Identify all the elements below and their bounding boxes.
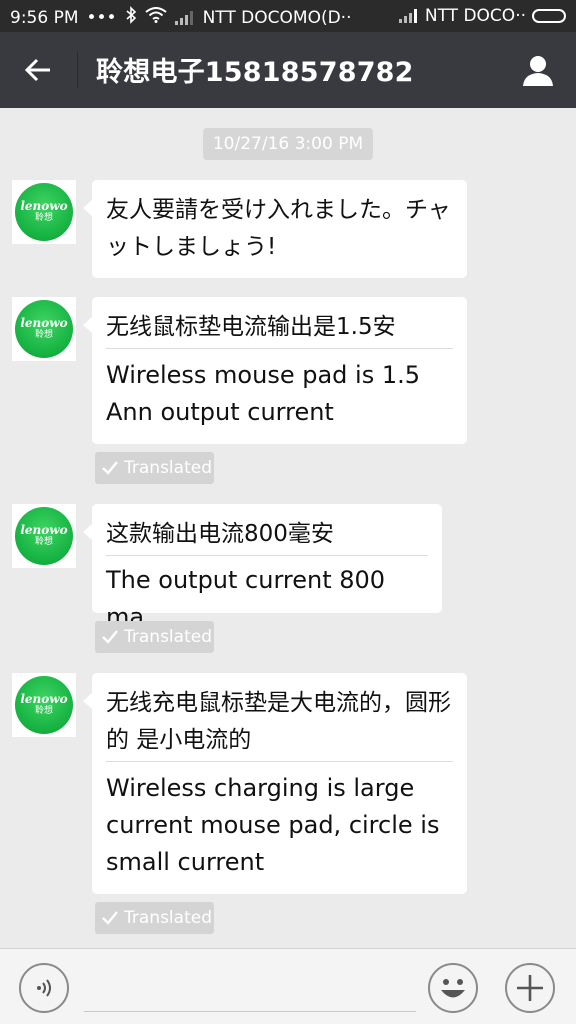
check-icon xyxy=(102,630,118,644)
message-bubble[interactable]: 这款输出电流800毫安 The output current 800 ma xyxy=(83,504,442,631)
emoji-icon xyxy=(441,979,465,998)
check-icon xyxy=(102,911,118,925)
carrier-1: NTT DOCOMO(D·· xyxy=(202,7,352,28)
contact-avatar[interactable]: lenowo 聆想 xyxy=(12,673,76,737)
status-bar: 9:56 PM ••• NTT DOCOMO(D·· NTT DOCO·· xyxy=(0,0,576,32)
message-text: 友人要請を受け入れました。チャットしましょう! xyxy=(106,197,451,260)
translated-label: Translated xyxy=(124,627,212,647)
voice-button[interactable] xyxy=(19,963,69,1013)
translated-badge: Translated xyxy=(95,621,214,653)
message-bubble[interactable]: 友人要請を受け入れました。チャットしましょう! xyxy=(83,180,467,278)
profile-button[interactable] xyxy=(518,50,558,90)
title-bar: 聆想电子15818578782 xyxy=(0,32,576,108)
translation-divider xyxy=(106,761,453,762)
lenowo-logo: lenowo 聆想 xyxy=(15,183,73,241)
contact-avatar[interactable]: lenowo 聆想 xyxy=(12,180,76,244)
translated-badge: Translated xyxy=(95,452,214,484)
contact-avatar[interactable]: lenowo 聆想 xyxy=(12,297,76,361)
message-input[interactable] xyxy=(84,965,416,1012)
chat-title: 聆想电子15818578782 xyxy=(96,57,414,88)
emoji-button[interactable] xyxy=(428,963,478,1013)
more-button[interactable] xyxy=(505,963,555,1013)
chat-timestamp: 10/27/16 3:00 PM xyxy=(203,128,373,160)
status-time: 9:56 PM xyxy=(10,7,79,28)
carrier-2: NTT DOCO·· xyxy=(424,6,526,26)
voice-icon xyxy=(37,979,51,997)
translation-divider xyxy=(106,555,428,556)
signal-icon-2 xyxy=(398,9,419,23)
title-divider xyxy=(77,52,78,88)
lenowo-logo: lenowo 聆想 xyxy=(15,676,73,734)
plus-icon xyxy=(517,975,543,1001)
message-text: 无线充电鼠标垫是大电流的，圆形的 是小电流的 xyxy=(106,690,451,753)
translated-badge: Translated xyxy=(95,902,214,934)
translation-text: Wireless mouse pad is 1.5 Ann output cur… xyxy=(106,361,420,426)
message-text: 无线鼠标垫电流输出是1.5安 xyxy=(106,314,396,340)
signal-icon xyxy=(174,10,195,25)
notification-dots: ••• xyxy=(86,7,117,28)
lenowo-logo: lenowo 聆想 xyxy=(15,507,73,565)
battery-icon xyxy=(532,9,566,23)
profile-icon xyxy=(523,56,553,86)
translation-text: Wireless charging is large current mouse… xyxy=(106,774,440,876)
check-icon xyxy=(102,461,118,475)
input-bar xyxy=(0,948,576,1024)
wifi-icon xyxy=(144,7,167,28)
lenowo-logo: lenowo 聆想 xyxy=(15,300,73,358)
message-bubble[interactable]: 无线鼠标垫电流输出是1.5安 Wireless mouse pad is 1.5… xyxy=(83,297,467,444)
bluetooth-icon xyxy=(125,6,137,29)
translation-divider xyxy=(106,348,453,349)
message-bubble[interactable]: 无线充电鼠标垫是大电流的，圆形的 是小电流的 Wireless charging… xyxy=(83,673,467,894)
message-text: 这款输出电流800毫安 xyxy=(106,521,334,547)
translated-label: Translated xyxy=(124,458,212,478)
back-button[interactable] xyxy=(14,48,62,92)
contact-avatar[interactable]: lenowo 聆想 xyxy=(12,504,76,568)
translated-label: Translated xyxy=(124,908,212,928)
back-arrow-icon xyxy=(24,58,50,82)
